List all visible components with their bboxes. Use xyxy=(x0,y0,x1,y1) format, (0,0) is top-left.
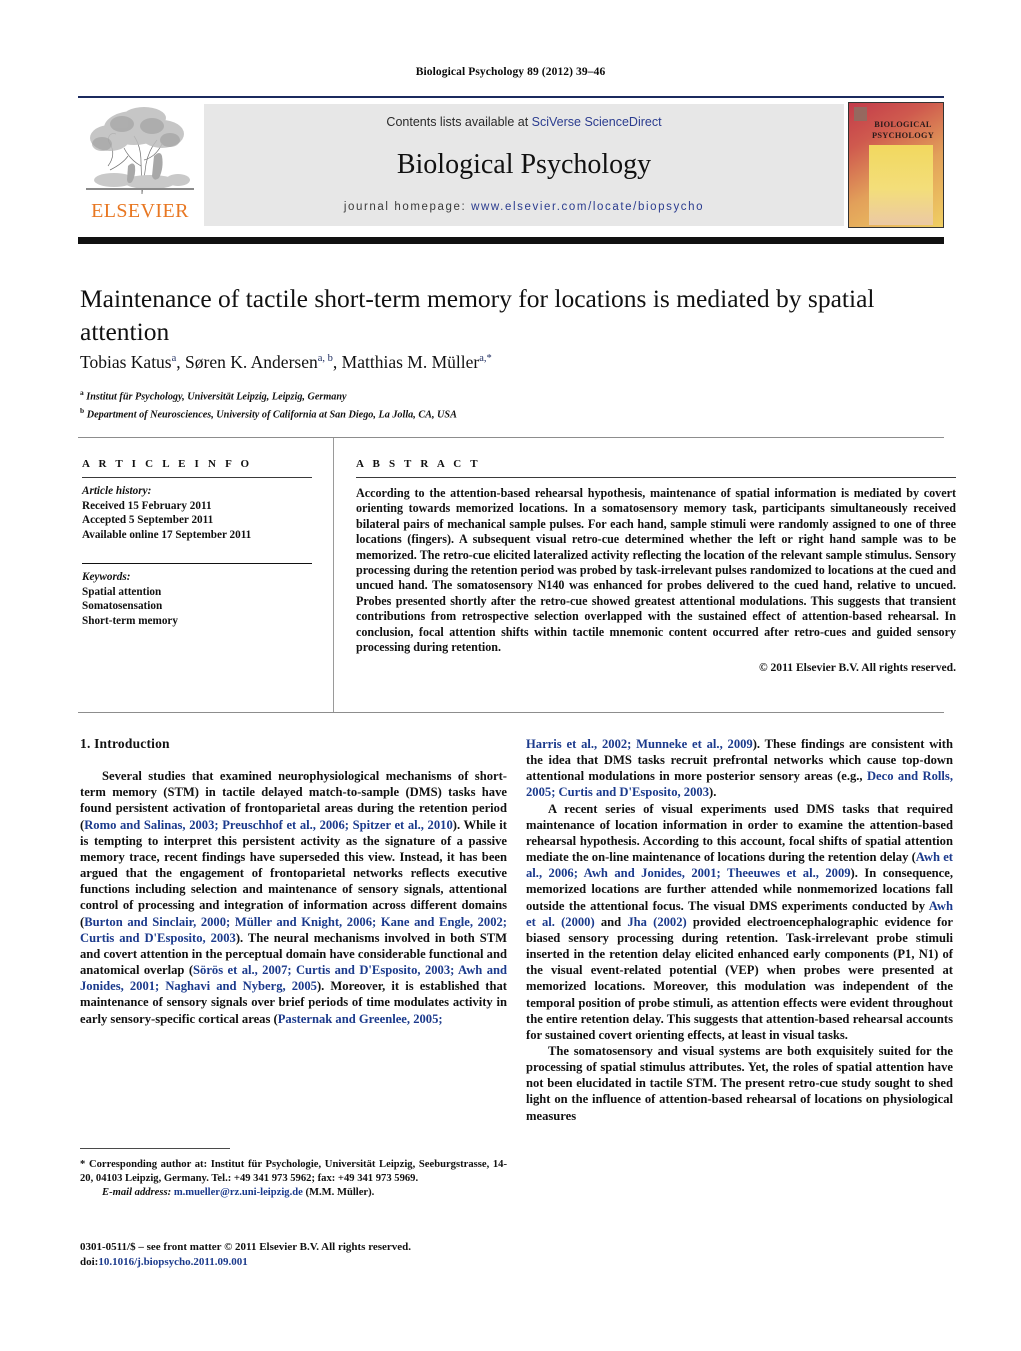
citation-link[interactable]: Jha (2002) xyxy=(627,915,686,929)
abstract-bottom-rule xyxy=(78,712,944,713)
keyword-item: Somatosensation xyxy=(82,600,163,612)
info-top-rule xyxy=(78,437,944,438)
elsevier-tree-icon xyxy=(84,104,196,200)
journal-masthead: ELSEVIER Contents lists available at Sci… xyxy=(78,96,944,232)
text-run: ). xyxy=(709,785,717,800)
history-item: Accepted 5 September 2011 xyxy=(82,514,214,526)
email-label: E-mail address: xyxy=(102,1187,172,1198)
email-note: E-mail address: m.mueller@rz.uni-leipzig… xyxy=(80,1186,507,1200)
journal-homepage-link[interactable]: www.elsevier.com/locate/biopsycho xyxy=(471,201,704,213)
keyword-item: Spatial attention xyxy=(82,585,162,598)
paragraph: The somatosensory and visual systems are… xyxy=(526,1043,953,1124)
keyword-item: Short-term memory xyxy=(82,614,178,627)
abstract-column: A B S T R A C T According to the attenti… xyxy=(356,458,956,674)
abstract-copyright: © 2011 Elsevier B.V. All rights reserved… xyxy=(758,661,956,675)
contents-band: Contents lists available at SciVerse Sci… xyxy=(204,104,844,226)
email-suffix: (M.M. Müller). xyxy=(302,1187,375,1198)
history-item: Available online 17 September 2011 xyxy=(82,528,252,541)
email-link[interactable]: m.mueller@rz.uni-leipzig.de xyxy=(174,1187,303,1198)
article-info-heading: A R T I C L E I N F O xyxy=(82,458,253,470)
contents-prefix: Contents lists available at xyxy=(386,115,532,129)
footnote-rule xyxy=(80,1148,230,1149)
doi-label: doi: xyxy=(80,1256,99,1268)
body-column-left: 1. Introduction Several studies that exa… xyxy=(80,736,507,1027)
section-heading-introduction: 1. Introduction xyxy=(80,736,170,751)
info-abstract-separator xyxy=(333,438,334,712)
doi-line: doi:10.1016/j.biopsycho.2011.09.001 xyxy=(80,1255,600,1270)
citation-link[interactable]: Romo and Salinas, 2003; Preuschhof et al… xyxy=(84,818,453,832)
article-history-label: Article history: xyxy=(82,485,152,497)
keywords-block: Keywords: Spatial attention Somatosensat… xyxy=(82,570,312,628)
journal-cover-thumbnail: BIOLOGICAL PSYCHOLOGY xyxy=(848,102,944,228)
masthead-top-rule xyxy=(78,96,944,98)
text-run: A recent series of visual experiments us… xyxy=(526,801,953,865)
paragraph: Harris et al., 2002; Munneke et al., 200… xyxy=(526,736,953,801)
article-first-page: Biological Psychology 89 (2012) 39–46 EL… xyxy=(0,0,1021,1351)
sciencedirect-link[interactable]: SciVerse ScienceDirect xyxy=(532,115,662,129)
issn-copyright-line: 0301-0511/$ – see front matter © 2011 El… xyxy=(80,1241,412,1253)
article-info-column: A R T I C L E I N F O Article history: R… xyxy=(82,458,312,628)
cover-title-line2: PSYCHOLOGY xyxy=(871,131,934,140)
citation-link[interactable]: Pasternak and Greenlee, 2005; xyxy=(278,1012,443,1026)
cover-art-panel xyxy=(869,145,933,225)
elsevier-tree-svg xyxy=(86,107,194,195)
paragraph: A recent series of visual experiments us… xyxy=(526,801,953,1043)
affiliation-b-text: Department of Neurosciences, University … xyxy=(86,409,457,421)
masthead-black-band xyxy=(78,237,944,244)
page-title: Maintenance of tactile short-term memory… xyxy=(80,284,875,346)
article-info-rule xyxy=(82,477,312,478)
affiliation-b: b Department of Neurosciences, Universit… xyxy=(80,406,457,421)
affiliations: a Institut für Psychology, Universität L… xyxy=(80,386,960,423)
homepage-prefix: journal homepage: xyxy=(343,201,472,213)
footnote-block: * Corresponding author at: Institut für … xyxy=(80,1158,507,1200)
abstract-heading: A B S T R A C T xyxy=(356,458,481,470)
elsevier-logo: ELSEVIER xyxy=(84,104,196,226)
text-run: ). While it is tempting to interpret thi… xyxy=(80,817,507,929)
abstract-text: According to the attention-based rehears… xyxy=(356,486,956,655)
imprint-block: 0301-0511/$ – see front matter © 2011 El… xyxy=(80,1240,600,1270)
cover-publisher-icon xyxy=(854,107,867,121)
article-history-block: Article history: Received 15 February 20… xyxy=(82,484,312,542)
affiliation-a-text: Institut für Psychology, Universität Lei… xyxy=(86,391,347,403)
citation-link[interactable]: Harris et al., 2002; Munneke et al., 200… xyxy=(526,737,753,751)
contents-list-line: Contents lists available at SciVerse Sci… xyxy=(204,115,844,129)
keywords-rule xyxy=(82,563,312,564)
keywords-label: Keywords: xyxy=(82,571,131,583)
paragraph: Several studies that examined neurophysi… xyxy=(80,768,507,1027)
journal-homepage-line: journal homepage: www.elsevier.com/locat… xyxy=(204,201,844,213)
cover-title-line1: BIOLOGICAL xyxy=(874,120,932,129)
body-column-right: Harris et al., 2002; Munneke et al., 200… xyxy=(526,736,953,1124)
text-run: provided electroencephalographic evidenc… xyxy=(526,914,953,1042)
author-list: Tobias Katusa, Søren K. Andersena, b, Ma… xyxy=(80,352,492,372)
journal-title: Biological Psychology xyxy=(396,149,652,180)
corresponding-author-note: * Corresponding author at: Institut für … xyxy=(80,1159,507,1184)
text-run: The somatosensory and visual systems are… xyxy=(526,1043,953,1123)
elsevier-wordmark: ELSEVIER xyxy=(91,200,189,222)
doi-link[interactable]: 10.1016/j.biopsycho.2011.09.001 xyxy=(98,1256,247,1268)
history-item: Received 15 February 2011 xyxy=(82,499,212,512)
abstract-rule xyxy=(356,477,956,478)
running-head: Biological Psychology 89 (2012) 39–46 xyxy=(415,66,606,78)
text-run: and xyxy=(594,914,628,929)
affiliation-a: a Institut für Psychology, Universität L… xyxy=(80,388,347,403)
